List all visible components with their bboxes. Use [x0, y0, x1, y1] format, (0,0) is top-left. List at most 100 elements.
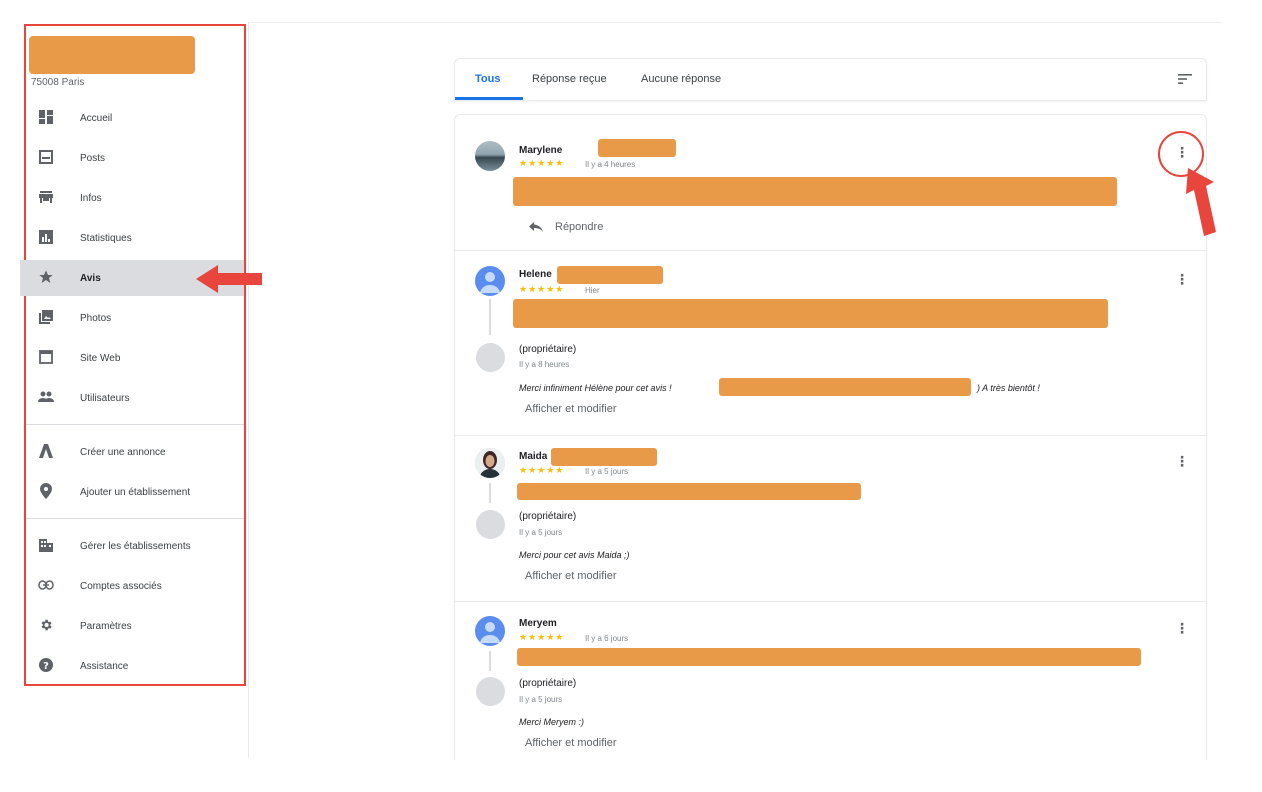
- owner-label: (propriétaire): [519, 511, 577, 522]
- owner-reply-time: Il y a 8 heures: [519, 360, 570, 369]
- star-icon: [38, 269, 54, 285]
- top-divider: [250, 22, 1222, 23]
- avatar: [475, 266, 505, 296]
- owner-label: (propriétaire): [519, 678, 577, 689]
- thread-line: [489, 483, 491, 503]
- star-rating: ★★★★★: [519, 284, 565, 294]
- posts-icon: [38, 149, 54, 165]
- review-time: Il y a 6 jours: [585, 634, 629, 643]
- more-options-icon[interactable]: ⋮: [1175, 621, 1189, 635]
- sidebar-item-label: Comptes associés: [80, 580, 162, 592]
- sort-icon[interactable]: [1178, 73, 1192, 85]
- star-rating: ★★★★★: [519, 158, 565, 168]
- star-rating: ★★★★★: [519, 465, 565, 475]
- dashboard-icon: [38, 109, 54, 125]
- sidebar-item-parametres[interactable]: Paramètres: [26, 608, 244, 644]
- sidebar-item-label: Paramètres: [80, 620, 132, 632]
- reviews-list: Marylene ★★★★★ Il y a 4 heures ⋮ Répondr…: [454, 114, 1207, 759]
- sidebar: 75008 Paris Accueil Posts Infos Statisti…: [20, 24, 246, 686]
- review-text-redacted: [513, 299, 1108, 328]
- business-name-redacted: [29, 36, 195, 74]
- tab-aucune-reponse[interactable]: Aucune réponse: [641, 73, 721, 85]
- link-icon: [38, 577, 54, 593]
- sidebar-item-infos[interactable]: Infos: [26, 180, 244, 216]
- buildings-icon: [38, 537, 54, 553]
- photos-icon: [38, 309, 54, 325]
- annotation-arrow-up: [1186, 168, 1216, 236]
- review-text-redacted: [517, 483, 861, 500]
- sidebar-item-label: Posts: [80, 152, 106, 164]
- sidebar-border: [248, 22, 249, 758]
- sidebar-item-label: Statistiques: [80, 232, 132, 244]
- sidebar-item-site-web[interactable]: Site Web: [26, 340, 244, 376]
- review-time: Il y a 5 jours: [585, 467, 629, 476]
- review-divider: [455, 435, 1206, 436]
- view-edit-reply-link[interactable]: Afficher et modifier: [525, 570, 617, 582]
- sidebar-item-gerer-etablissements[interactable]: Gérer les établissements: [26, 528, 244, 564]
- svg-text:?: ?: [43, 661, 49, 672]
- help-icon: ?: [38, 657, 54, 673]
- annotation-arrow-left: [196, 265, 262, 293]
- website-icon: [38, 349, 54, 365]
- view-edit-reply-link[interactable]: Afficher et modifier: [525, 403, 617, 415]
- ads-icon: [38, 443, 54, 459]
- review-filter-tabs: Tous Réponse reçue Aucune réponse: [454, 58, 1207, 101]
- business-address: 75008 Paris: [31, 77, 85, 88]
- thread-line: [489, 299, 491, 335]
- reviewer-name: Maida: [519, 451, 548, 462]
- avatar: [475, 616, 505, 646]
- sidebar-item-label: Avis: [80, 272, 101, 284]
- owner-reply-text-end: ) A très bientôt !: [977, 383, 1040, 393]
- owner-reply-redacted: [719, 378, 971, 396]
- sidebar-item-comptes-associes[interactable]: Comptes associés: [26, 568, 244, 604]
- review-text-redacted: [517, 648, 1141, 666]
- sidebar-item-label: Ajouter un établissement: [80, 486, 191, 498]
- reply-label: Répondre: [555, 221, 604, 233]
- add-location-icon: [38, 483, 54, 499]
- sidebar-item-ajouter-etablissement[interactable]: Ajouter un établissement: [26, 474, 244, 510]
- sidebar-item-label: Photos: [80, 312, 112, 324]
- sidebar-item-label: Infos: [80, 192, 102, 204]
- more-options-icon[interactable]: ⋮: [1175, 272, 1189, 286]
- sidebar-divider: [26, 424, 244, 425]
- owner-avatar: [476, 510, 505, 539]
- reviewer-surname-redacted: [598, 139, 676, 157]
- owner-reply-text: Merci Meryem :): [519, 717, 584, 727]
- reviewer-surname-redacted: [557, 266, 663, 284]
- sidebar-item-assistance[interactable]: ? Assistance: [26, 648, 244, 684]
- sidebar-item-label: Gérer les établissements: [80, 540, 191, 552]
- bar-chart-icon: [38, 229, 54, 245]
- review-time: Hier: [585, 286, 600, 295]
- reviewer-name: Helene: [519, 269, 552, 280]
- sidebar-item-label: Créer une annonce: [80, 446, 166, 458]
- sidebar-item-statistiques[interactable]: Statistiques: [26, 220, 244, 256]
- view-edit-reply-link[interactable]: Afficher et modifier: [525, 737, 617, 749]
- thread-line: [489, 651, 491, 671]
- review-divider: [455, 601, 1206, 602]
- owner-avatar: [476, 343, 505, 372]
- sidebar-item-label: Accueil: [80, 112, 113, 124]
- sidebar-item-accueil[interactable]: Accueil: [26, 100, 244, 136]
- owner-reply-text: Merci infiniment Hélène pour cet avis !: [519, 383, 672, 393]
- sidebar-item-label: Utilisateurs: [80, 392, 130, 404]
- more-options-icon[interactable]: ⋮: [1175, 454, 1189, 468]
- avatar: [475, 448, 505, 478]
- sidebar-item-photos[interactable]: Photos: [26, 300, 244, 336]
- sidebar-divider: [26, 518, 244, 519]
- sidebar-item-label: Assistance: [80, 660, 129, 672]
- sidebar-item-creer-annonce[interactable]: Créer une annonce: [26, 434, 244, 470]
- tab-tous[interactable]: Tous: [475, 73, 500, 85]
- review-text-redacted: [513, 177, 1117, 206]
- tab-reponse-recue[interactable]: Réponse reçue: [532, 73, 607, 85]
- reviewer-surname-redacted: [551, 448, 657, 466]
- star-rating: ★★★★★: [519, 632, 565, 642]
- owner-label: (propriétaire): [519, 344, 577, 355]
- reviewer-name: Meryem: [519, 618, 557, 629]
- reviewer-name: Marylene: [519, 145, 563, 156]
- sidebar-item-utilisateurs[interactable]: Utilisateurs: [26, 380, 244, 416]
- owner-reply-time: Il y a 5 jours: [519, 528, 563, 537]
- sidebar-item-posts[interactable]: Posts: [26, 140, 244, 176]
- store-icon: [38, 189, 54, 205]
- reply-button[interactable]: Répondre: [529, 221, 603, 233]
- owner-reply-text: Merci pour cet avis Maida ;): [519, 550, 630, 560]
